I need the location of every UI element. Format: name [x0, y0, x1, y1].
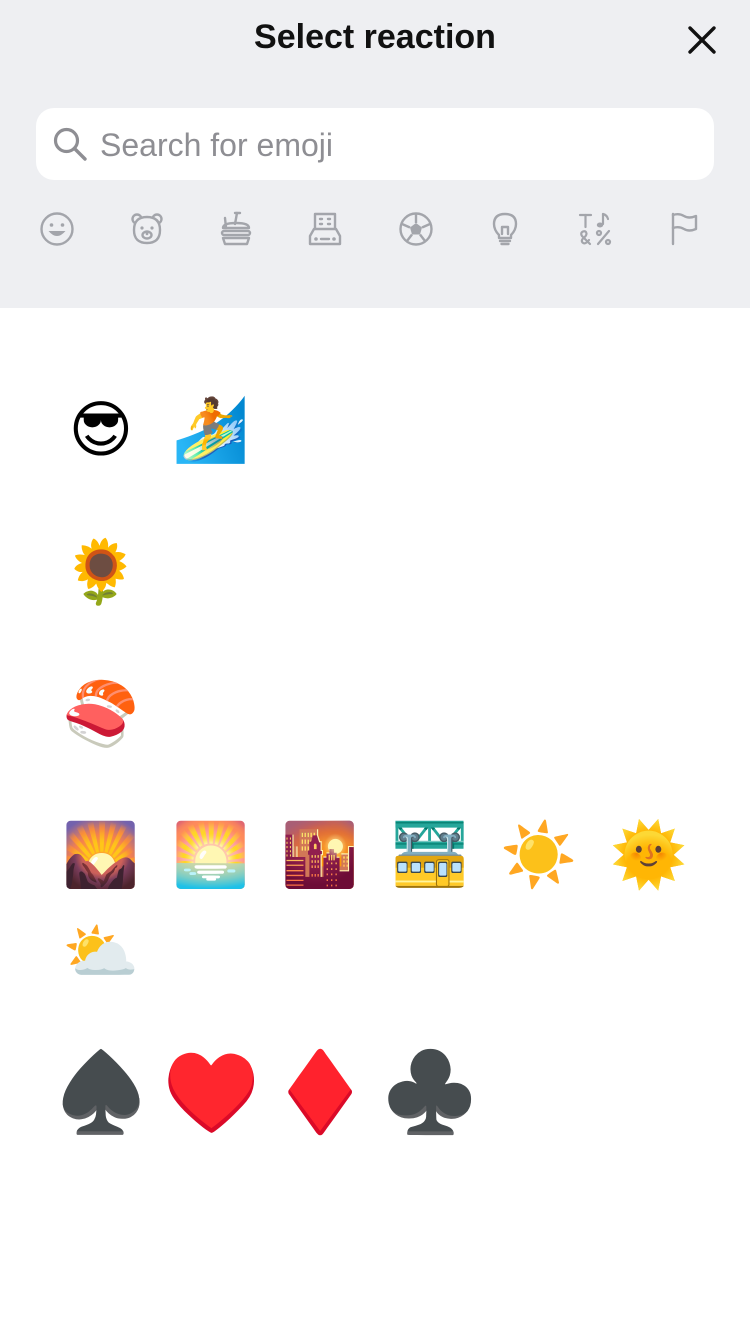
emoji-spade-suit[interactable]: ♠️ — [52, 1053, 149, 1133]
emoji-heart-suit[interactable]: ♥️ — [162, 1053, 259, 1133]
category-tabs — [0, 206, 750, 252]
food-icon — [220, 211, 252, 246]
emoji-sun[interactable]: ☀️ — [499, 815, 579, 895]
emoji-sunrise[interactable]: 🌅 — [171, 815, 251, 895]
tab-activities[interactable] — [393, 206, 439, 252]
tab-food[interactable] — [213, 206, 259, 252]
bear-icon — [131, 213, 163, 245]
emoji-diamond-suit[interactable]: ♦️ — [271, 1053, 368, 1133]
close-button[interactable] — [680, 18, 724, 62]
emoji-sunrise-over-mountains[interactable]: 🌄 — [61, 815, 141, 895]
building-car-icon — [308, 212, 342, 246]
emoji-sunflower[interactable]: 🌻 — [61, 532, 141, 612]
smiley-icon — [40, 212, 74, 246]
close-icon — [688, 26, 716, 54]
tab-symbols[interactable] — [572, 206, 618, 252]
tab-flags[interactable] — [661, 206, 707, 252]
emoji-grid: 😎 🏄 🌻 🍣 🌄 🌅 🌇 🚟 ☀️ 🌞 ⛅ ♠️ ♥️ ♦️ ♣️ — [0, 308, 750, 1334]
flag-icon — [671, 212, 698, 246]
emoji-smiling-sunglasses[interactable]: 😎 — [61, 390, 141, 470]
emoji-sushi[interactable]: 🍣 — [61, 674, 141, 754]
search-input[interactable] — [98, 108, 702, 182]
search-box[interactable] — [36, 108, 714, 182]
emoji-sun-behind-cloud[interactable]: ⛅ — [61, 912, 141, 992]
emoji-club-suit[interactable]: ♣️ — [381, 1053, 478, 1133]
lightbulb-icon — [492, 212, 518, 246]
tab-smileys[interactable] — [34, 206, 80, 252]
page-title: Select reaction — [254, 18, 496, 56]
tab-animals[interactable] — [124, 206, 170, 252]
tab-travel[interactable] — [302, 206, 348, 252]
tab-objects[interactable] — [482, 206, 528, 252]
emoji-city-sunset[interactable]: 🌇 — [280, 815, 360, 895]
reaction-picker-header: Select reaction — [0, 0, 750, 308]
symbols-icon — [578, 212, 612, 246]
emoji-suspension-railway[interactable]: 🚟 — [390, 815, 470, 895]
soccer-ball-icon — [399, 212, 433, 246]
emoji-sun-with-face[interactable]: 🌞 — [609, 815, 689, 895]
emoji-surfer[interactable]: 🏄 — [171, 390, 251, 470]
search-icon — [53, 127, 87, 161]
